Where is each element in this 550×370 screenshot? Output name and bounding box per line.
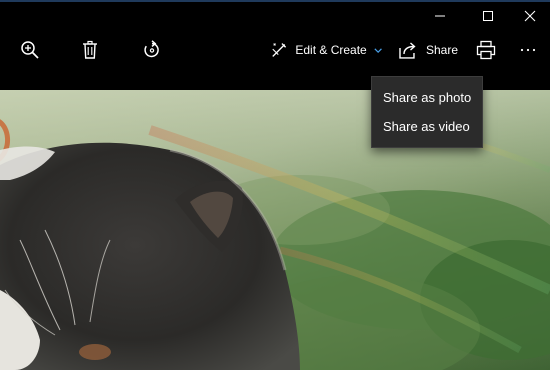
title-bar [0,2,550,30]
print-button[interactable] [468,30,504,70]
zoom-in-icon [21,41,39,59]
edit-create-label: Edit & Create [295,43,367,57]
minimize-button[interactable] [420,2,460,30]
more-icon [520,48,536,52]
zoom-button[interactable] [12,30,48,70]
close-icon [524,10,536,22]
chevron-down-icon [374,47,382,53]
more-options-button[interactable] [512,30,544,70]
rotate-button[interactable] [134,30,170,70]
minimize-icon [435,15,445,17]
share-button[interactable]: Share [398,30,458,70]
share-as-video-menu-item[interactable]: Share as video [372,112,482,141]
printer-icon [476,40,496,60]
maximize-button[interactable] [468,2,508,30]
photos-app-window: Edit & Create Share Share as photo Share… [0,0,550,370]
share-label: Share [425,43,458,57]
trash-icon [83,40,97,59]
rotate-icon [144,40,159,58]
maximize-icon [483,11,493,21]
share-as-photo-menu-item[interactable]: Share as photo [372,83,482,112]
share-icon [399,42,416,59]
delete-button[interactable] [72,30,108,70]
close-button[interactable] [510,2,550,30]
share-dropdown-menu: Share as photo Share as video [371,76,483,148]
edit-create-icon [272,43,287,57]
edit-create-button[interactable]: Edit & Create [270,30,382,70]
